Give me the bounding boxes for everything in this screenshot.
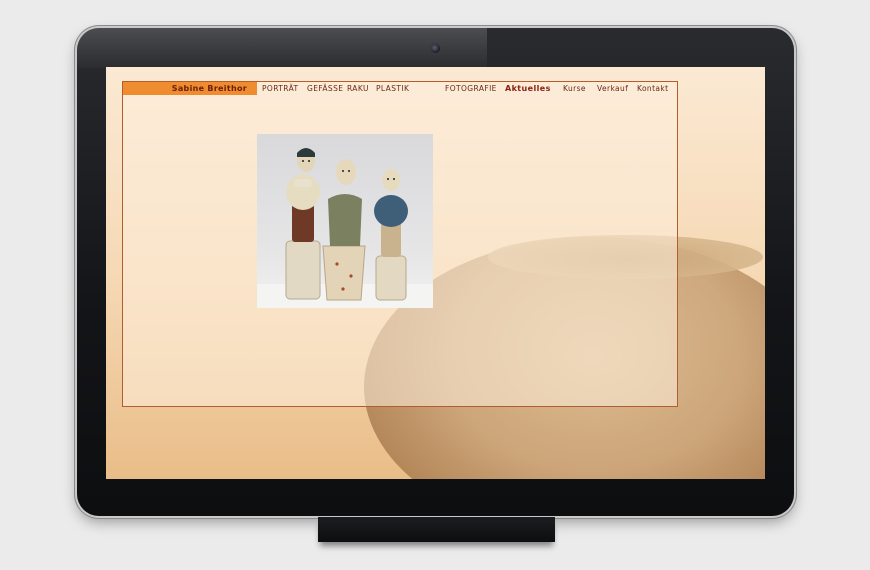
figure-right <box>374 169 408 301</box>
website-screen: Sabine Breithor PORTRÄT GEFÄSSE RAKU PLA… <box>106 67 765 479</box>
nav-item-verkauf[interactable]: Verkauf <box>597 82 628 95</box>
content-panel: Sabine Breithor PORTRÄT GEFÄSSE RAKU PLA… <box>122 81 678 407</box>
nav-item-plastik[interactable]: PLASTIK <box>376 82 409 95</box>
nav-item-portraet[interactable]: PORTRÄT <box>262 82 299 95</box>
main-navigation: Sabine Breithor PORTRÄT GEFÄSSE RAKU PLA… <box>123 82 677 95</box>
sculpture-photo <box>257 134 433 308</box>
figure-left <box>285 148 321 300</box>
ceramic-figures-image <box>257 148 433 308</box>
nav-item-gefaesse[interactable]: GEFÄSSE <box>307 82 343 95</box>
webcam-icon <box>431 44 440 53</box>
nav-item-aktuelles[interactable]: Aktuelles <box>505 82 551 95</box>
nav-item-kontakt[interactable]: Kontakt <box>637 82 669 95</box>
brand-logo[interactable]: Sabine Breithor <box>123 82 257 95</box>
nav-item-kurse[interactable]: Kurse <box>563 82 586 95</box>
monitor-stand <box>318 517 555 542</box>
nav-item-raku[interactable]: RAKU <box>347 82 369 95</box>
figure-middle <box>322 159 366 301</box>
nav-item-fotografie[interactable]: FOTOGRAFIE <box>445 82 497 95</box>
